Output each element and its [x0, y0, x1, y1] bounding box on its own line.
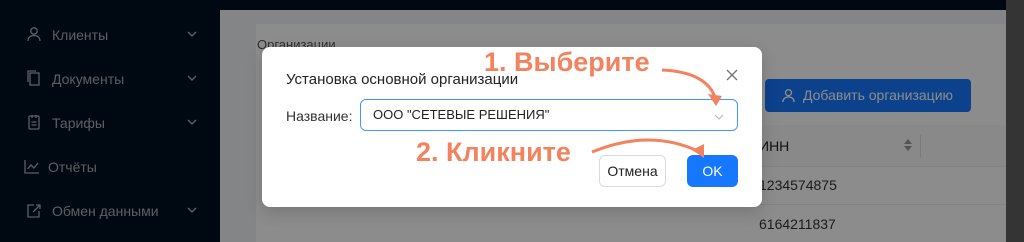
arrow-to-select [661, 68, 718, 101]
annotation-arrows [591, 68, 722, 158]
arrow-head-icon [708, 94, 722, 106]
arrow-head-icon [692, 144, 704, 158]
arrow-to-ok [591, 138, 701, 154]
